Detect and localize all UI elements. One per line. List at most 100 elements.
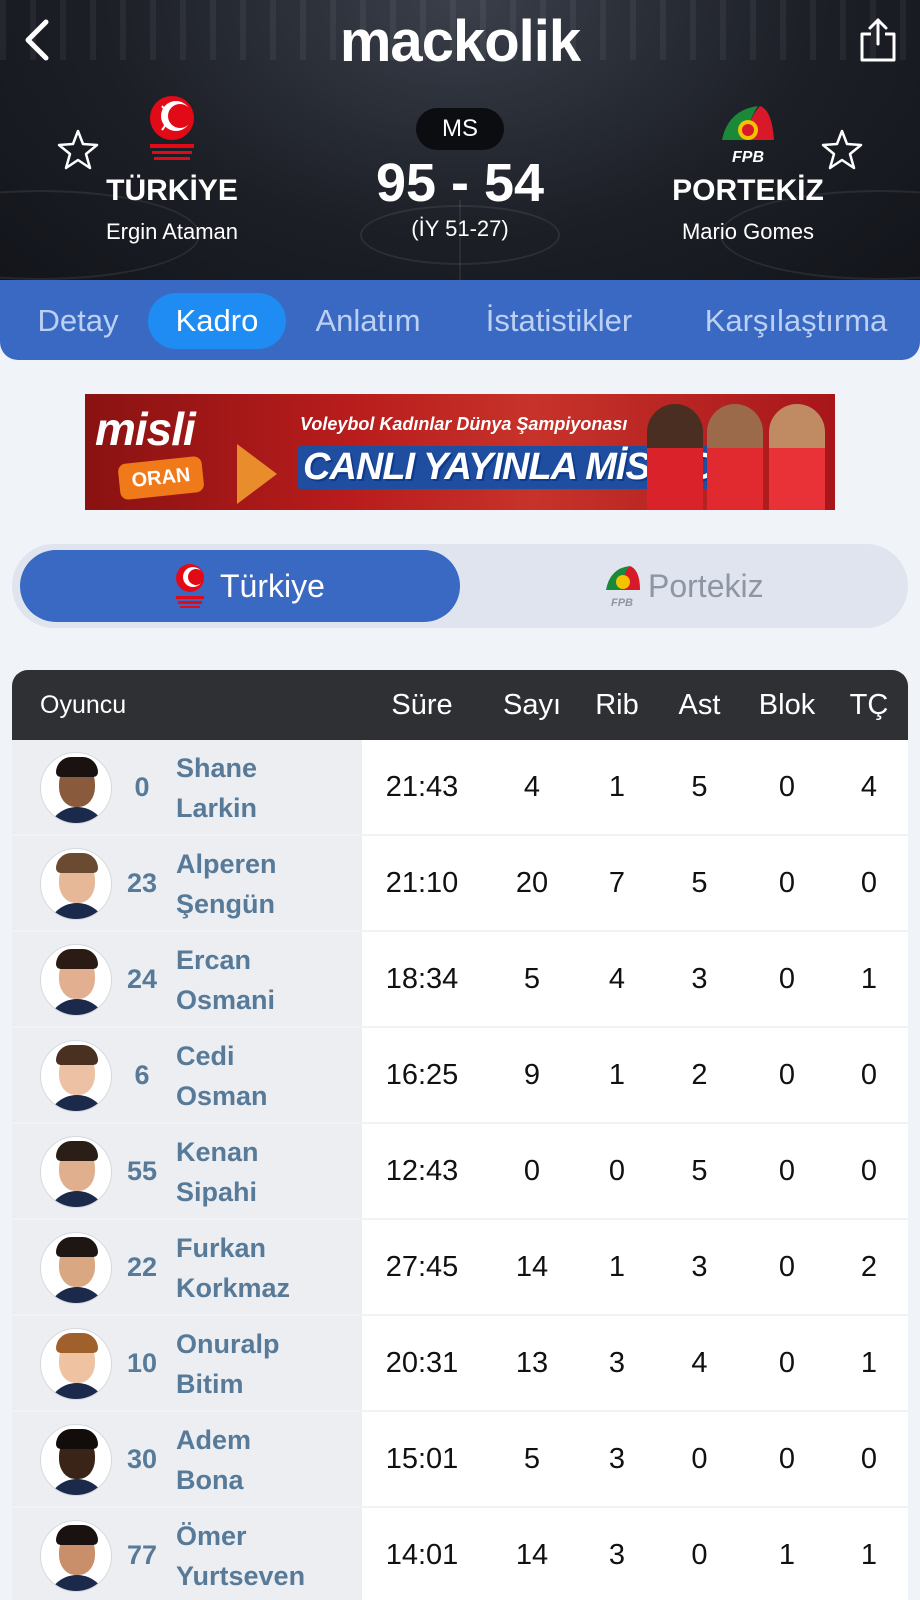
table-row[interactable]: 24 Ercan Osmani 18:34 5 4 3 0 1 <box>12 932 908 1028</box>
player-last-name: Bitim <box>176 1369 244 1399</box>
turkiye-federation-logo <box>150 96 194 160</box>
player-cell[interactable]: 24 Ercan Osmani <box>12 932 362 1026</box>
column-header-sure[interactable]: Süre <box>362 670 482 740</box>
banner-subtitle: Voleybol Kadınlar Dünya Şampiyonası <box>300 414 628 434</box>
avatar-hair <box>56 949 98 969</box>
column-header-tc[interactable]: TÇ <box>834 670 904 740</box>
jersey-number: 55 <box>126 1156 158 1186</box>
player-cell[interactable]: 0 Shane Larkin <box>12 740 362 834</box>
avatar-shoulders <box>47 999 107 1015</box>
player-avatar <box>40 944 112 1016</box>
table-row[interactable]: 22 Furkan Korkmaz 27:45 14 1 3 0 2 <box>12 1220 908 1316</box>
player-first-name: Furkan <box>176 1233 267 1263</box>
stat-rebounds: 4 <box>608 963 626 995</box>
avatar-shoulders <box>47 903 107 919</box>
table-row[interactable]: 55 Kenan Sipahi 12:43 0 0 5 0 0 <box>12 1124 908 1220</box>
segment-label: Portekiz <box>648 568 764 604</box>
stat-rebounds: 0 <box>608 1155 626 1187</box>
player-name[interactable]: Onuralp Bitim <box>176 1324 280 1404</box>
avatar-shoulders <box>47 1287 107 1303</box>
stat-blocks: 0 <box>778 1443 796 1475</box>
player-cell[interactable]: 23 Alperen Şengün <box>12 836 362 930</box>
jersey-number: 77 <box>126 1540 158 1570</box>
player-name[interactable]: Alperen Şengün <box>176 844 277 924</box>
stat-minutes: 16:25 <box>385 1059 459 1091</box>
player-name[interactable]: Furkan Korkmaz <box>176 1228 290 1308</box>
stat-blocks: 0 <box>778 1347 796 1379</box>
player-name[interactable]: Adem Bona <box>176 1420 251 1500</box>
home-coach: Ergin Ataman <box>105 219 239 244</box>
stat-blocks: 0 <box>778 1155 796 1187</box>
table-row[interactable]: 0 Shane Larkin 21:43 4 1 5 0 4 <box>12 740 908 836</box>
avatar-hair <box>56 1237 98 1257</box>
tab-detay[interactable]: Detay <box>22 293 134 349</box>
player-cell[interactable]: 10 Onuralp Bitim <box>12 1316 362 1410</box>
player-last-name: Korkmaz <box>176 1273 291 1303</box>
segment-portekiz[interactable]: FPB Portekiz <box>460 550 900 622</box>
player-cell[interactable]: 30 Adem Bona <box>12 1412 362 1506</box>
stat-points: 14 <box>515 1251 549 1283</box>
table-row[interactable]: 77 Ömer Yurtseven 14:01 14 3 0 1 1 <box>12 1508 908 1600</box>
jersey-number: 30 <box>126 1444 158 1474</box>
stat-minutes: 14:01 <box>385 1539 459 1571</box>
player-avatar <box>40 1040 112 1112</box>
tab-kadro[interactable]: Kadro <box>148 293 286 349</box>
table-row[interactable]: 6 Cedi Osman 16:25 9 1 2 0 0 <box>12 1028 908 1124</box>
jersey-number: 10 <box>126 1348 158 1378</box>
svg-text:FPB: FPB <box>611 597 633 609</box>
stat-turnovers: 2 <box>860 1251 878 1283</box>
player-name[interactable]: Ömer Yurtseven <box>176 1516 305 1596</box>
player-name[interactable]: Ercan Osmani <box>176 940 275 1020</box>
jersey-number: 6 <box>134 1060 150 1090</box>
player-name[interactable]: Cedi Osman <box>176 1036 268 1116</box>
stat-assists: 2 <box>691 1059 708 1091</box>
player-cell[interactable]: 6 Cedi Osman <box>12 1028 362 1122</box>
player-cell[interactable]: 22 Furkan Korkmaz <box>12 1220 362 1314</box>
avatar-shoulders <box>47 1095 107 1111</box>
table-row[interactable]: 23 Alperen Şengün 21:10 20 7 5 0 0 <box>12 836 908 932</box>
player-last-name: Osman <box>176 1081 268 1111</box>
column-header-sayi[interactable]: Sayı <box>482 670 582 740</box>
share-button[interactable] <box>858 16 898 64</box>
favorite-home-button[interactable] <box>56 128 100 172</box>
tab-anlatim[interactable]: Anlatım <box>300 293 436 349</box>
player-name[interactable]: Shane Larkin <box>176 748 257 828</box>
stat-blocks: 0 <box>778 963 796 995</box>
stat-rebounds: 3 <box>608 1443 626 1475</box>
avatar-shoulders <box>47 1479 107 1495</box>
favorite-away-button[interactable] <box>820 128 864 172</box>
home-team-name[interactable]: TÜRKİYE <box>52 174 292 208</box>
player-avatar <box>40 1136 112 1208</box>
tab-istatistikler[interactable]: İstatistikler <box>462 293 656 349</box>
stat-minutes: 12:43 <box>385 1155 459 1187</box>
stat-rebounds: 1 <box>608 1059 626 1091</box>
stat-assists: 5 <box>691 771 708 803</box>
portugal-federation-logo: FPB <box>606 566 640 609</box>
ad-banner[interactable]: misli ORAN Voleybol Kadınlar Dünya Şampi… <box>85 394 835 510</box>
segment-turkiye[interactable]: Türkiye <box>20 550 460 622</box>
portugal-federation-logo: FPB <box>722 106 774 166</box>
column-header-player: Oyuncu <box>40 691 127 719</box>
stat-minutes: 27:45 <box>385 1251 459 1283</box>
banner-player-image <box>707 404 763 510</box>
player-avatar <box>40 752 112 824</box>
player-name[interactable]: Kenan Sipahi <box>176 1132 259 1212</box>
player-last-name: Larkin <box>176 793 258 823</box>
play-arrow-icon <box>237 444 277 504</box>
stat-rebounds: 1 <box>608 1251 626 1283</box>
player-cell[interactable]: 55 Kenan Sipahi <box>12 1124 362 1218</box>
away-coach: Mario Gomes <box>681 219 815 244</box>
player-avatar <box>40 1520 112 1592</box>
jersey-number: 0 <box>134 772 150 802</box>
tab-karsilastirma[interactable]: Karşılaştırma <box>680 293 912 349</box>
column-header-ast[interactable]: Ast <box>657 670 742 740</box>
player-avatar <box>40 1328 112 1400</box>
away-team-name[interactable]: PORTEKİZ <box>628 174 868 208</box>
table-header: Oyuncu Süre Sayı Rib Ast Blok TÇ <box>12 670 908 740</box>
table-row[interactable]: 30 Adem Bona 15:01 5 3 0 0 0 <box>12 1412 908 1508</box>
share-icon <box>860 18 896 62</box>
player-cell[interactable]: 77 Ömer Yurtseven <box>12 1508 362 1600</box>
column-header-rib[interactable]: Rib <box>572 670 662 740</box>
column-header-blok[interactable]: Blok <box>737 670 837 740</box>
table-row[interactable]: 10 Onuralp Bitim 20:31 13 3 4 0 1 <box>12 1316 908 1412</box>
